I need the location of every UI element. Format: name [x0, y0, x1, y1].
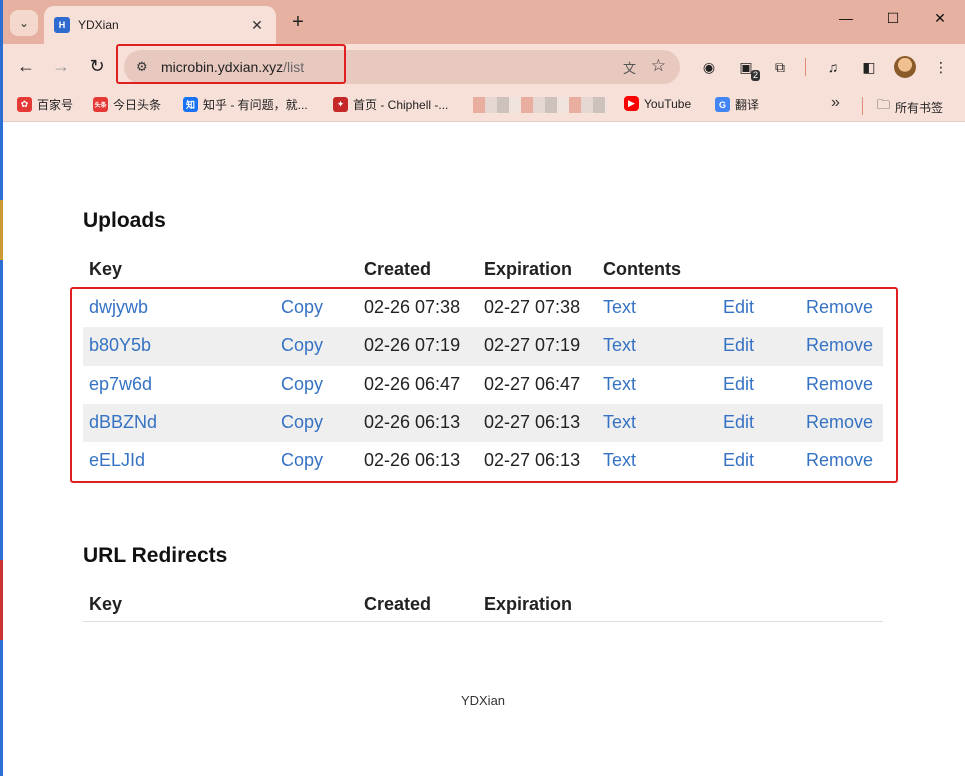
all-bookmarks-label: 所有书签: [895, 100, 944, 115]
redirects-table-header: Key Created Expiration: [83, 584, 883, 622]
col-contents: Contents: [603, 259, 681, 279]
youtube-icon: ▶: [624, 96, 639, 111]
bookmark-label: 知乎 - 有问题，就...: [203, 98, 308, 112]
maximize-button[interactable]: ☐: [870, 10, 916, 27]
profile-avatar[interactable]: [894, 56, 916, 78]
toutiao-icon: 头条: [93, 97, 108, 112]
bookmark-item[interactable]: ▶ YouTube: [624, 96, 691, 111]
bookmark-item[interactable]: ✦ 首页 - Chiphell -...: [333, 96, 448, 113]
side-panel-icon[interactable]: ◧: [859, 57, 879, 77]
media-control-icon[interactable]: ♫: [823, 57, 843, 77]
toolbar-divider: [805, 58, 806, 76]
bookmark-label: 今日头条: [113, 98, 162, 112]
menu-kebab-icon[interactable]: ⋮: [931, 57, 951, 77]
translate-page-icon[interactable]: 文: [623, 58, 636, 77]
uploads-table-header: Key Created Expiration Contents: [83, 249, 883, 287]
col-expiration: Expiration: [484, 594, 573, 614]
bookmark-star-icon[interactable]: ☆: [651, 56, 666, 76]
col-key: Key: [89, 594, 123, 614]
chevron-down-icon: ⌄: [18, 16, 30, 30]
bookmark-item[interactable]: 头条 今日头条: [93, 96, 161, 113]
bookmark-label: YouTube: [644, 96, 692, 111]
browser-toolbar: ← → ↻ ⚙ microbin.ydxian.xyz/list 文 ☆ ◉ ▣…: [3, 44, 965, 90]
new-tab-button[interactable]: +: [286, 11, 310, 33]
back-button[interactable]: ←: [15, 56, 37, 76]
redacted-bookmark[interactable]: [473, 97, 607, 113]
reload-button[interactable]: ↻: [86, 56, 108, 76]
window-close-button[interactable]: ✕: [917, 10, 963, 27]
bookmark-item[interactable]: 知 知乎 - 有问题，就...: [183, 96, 308, 113]
zhihu-icon: 知: [183, 97, 198, 112]
title-bar: ⌄ H YDXian ✕ + — ☐ ✕: [3, 0, 965, 44]
footer-text: YDXian: [460, 693, 506, 708]
page-content: Uploads Key Created Expiration Contents …: [3, 123, 965, 776]
url-highlight-box: [116, 44, 346, 84]
bookmarks-divider: [862, 97, 863, 115]
bookmarks-bar: ✿ 百家号 头条 今日头条 知 知乎 - 有问题，就... ✦ 首页 - Chi…: [3, 90, 965, 122]
close-tab-icon[interactable]: ✕: [248, 17, 266, 34]
extension-icon[interactable]: ◉: [699, 57, 719, 77]
url-redirects-heading: URL Redirects: [83, 544, 228, 567]
forward-button[interactable]: →: [50, 56, 72, 76]
browser-window: ⌄ H YDXian ✕ + — ☐ ✕ ← → ↻ ⚙ microbin.yd…: [3, 0, 965, 776]
extensions-puzzle-icon[interactable]: ⧉: [770, 57, 790, 77]
col-created: Created: [364, 594, 432, 614]
chiphell-icon: ✦: [333, 97, 348, 112]
all-bookmarks-button[interactable]: 🗀 所有书签: [877, 96, 943, 118]
folder-icon: 🗀: [877, 97, 891, 112]
tab-title: YDXian: [78, 18, 119, 32]
uploads-heading: Uploads: [83, 209, 166, 232]
bookmarks-overflow-icon[interactable]: »: [831, 94, 840, 112]
tab-search-button[interactable]: ⌄: [10, 10, 38, 36]
baijiahao-icon: ✿: [17, 97, 32, 112]
bookmark-item[interactable]: G 翻译: [715, 96, 759, 113]
bookmark-label: 百家号: [37, 98, 74, 112]
bookmark-label: 首页 - Chiphell -...: [353, 98, 449, 112]
minimize-button[interactable]: —: [823, 10, 869, 26]
extension-badge-icon[interactable]: ▣ 2: [736, 57, 760, 81]
site-favicon-icon: H: [54, 17, 70, 33]
extension-badge: 2: [750, 70, 760, 81]
col-key: Key: [89, 259, 123, 279]
rows-highlight-box: [70, 287, 898, 483]
translate-icon: G: [715, 97, 730, 112]
col-expiration: Expiration: [484, 259, 573, 279]
col-created: Created: [364, 259, 432, 279]
active-tab[interactable]: H YDXian ✕: [44, 6, 276, 44]
bookmark-item[interactable]: ✿ 百家号: [17, 96, 73, 113]
bookmark-label: 翻译: [735, 98, 760, 112]
